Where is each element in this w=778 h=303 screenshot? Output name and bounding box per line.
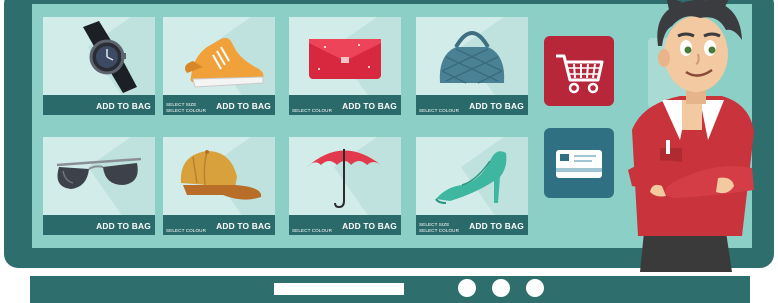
- monitor-base: [30, 276, 750, 303]
- product-bar: ADD TO BAG: [43, 95, 155, 115]
- select-colour-option[interactable]: SELECT COLOUR: [419, 108, 459, 114]
- select-colour-option[interactable]: SELECT COLOUR: [292, 228, 332, 234]
- select-colour-option[interactable]: SELECT COLOUR: [166, 228, 206, 234]
- product-bar: SELECT COLOUR ADD TO BAG: [416, 95, 528, 115]
- product-card-handbag[interactable]: SELECT COLOUR ADD TO BAG: [416, 17, 528, 115]
- product-card-sunglasses[interactable]: ADD TO BAG: [43, 137, 155, 235]
- product-card-cap[interactable]: SELECT COLOUR ADD TO BAG: [163, 137, 275, 235]
- product-bar: ADD TO BAG: [43, 215, 155, 235]
- product-card-high-heel[interactable]: SELECT SIZE SELECT COLOUR ADD TO BAG: [416, 137, 528, 235]
- shopping-cart-button[interactable]: [544, 36, 614, 106]
- credit-card-icon: [556, 150, 602, 178]
- high-heel-icon: [435, 151, 507, 204]
- product-bar: SELECT COLOUR ADD TO BAG: [289, 215, 401, 235]
- base-dot[interactable]: [526, 279, 544, 297]
- add-to-bag-button[interactable]: ADD TO BAG: [469, 221, 524, 231]
- umbrella-icon: [307, 149, 381, 209]
- product-card-watch[interactable]: ADD TO BAG: [43, 17, 155, 115]
- product-bar: SELECT SIZE SELECT COLOUR ADD TO BAG: [163, 95, 275, 115]
- add-to-bag-button[interactable]: ADD TO BAG: [469, 101, 524, 111]
- base-dot[interactable]: [492, 279, 510, 297]
- product-options: SELECT COLOUR: [292, 228, 332, 234]
- product-options: SELECT SIZE SELECT COLOUR: [419, 222, 459, 233]
- handbag-icon: [439, 31, 505, 84]
- payment-card-button[interactable]: [544, 128, 614, 198]
- cap-icon: [180, 150, 262, 200]
- clutch-purse-icon: [309, 39, 381, 79]
- product-card-sneaker[interactable]: SELECT SIZE SELECT COLOUR ADD TO BAG: [163, 17, 275, 115]
- sneaker-icon: [185, 37, 264, 88]
- select-colour-option[interactable]: SELECT COLOUR: [166, 108, 206, 114]
- select-colour-option[interactable]: SELECT COLOUR: [292, 108, 332, 114]
- product-card-clutch[interactable]: SELECT COLOUR ADD TO BAG: [289, 17, 401, 115]
- product-options: SELECT COLOUR: [419, 108, 459, 114]
- add-to-bag-button[interactable]: ADD TO BAG: [216, 101, 271, 111]
- base-dot[interactable]: [458, 279, 476, 297]
- add-to-bag-button[interactable]: ADD TO BAG: [342, 101, 397, 111]
- product-bar: SELECT SIZE SELECT COLOUR ADD TO BAG: [416, 215, 528, 235]
- watch-icon: [83, 21, 137, 93]
- select-colour-option[interactable]: SELECT COLOUR: [419, 228, 459, 234]
- add-to-bag-button[interactable]: ADD TO BAG: [96, 221, 151, 231]
- product-options: SELECT COLOUR: [292, 108, 332, 114]
- shopping-cart-icon: [556, 54, 604, 94]
- product-options: SELECT COLOUR: [166, 228, 206, 234]
- add-to-bag-button[interactable]: ADD TO BAG: [96, 101, 151, 111]
- product-bar: SELECT COLOUR ADD TO BAG: [289, 95, 401, 115]
- add-to-bag-button[interactable]: ADD TO BAG: [216, 221, 271, 231]
- base-slot: [274, 283, 404, 295]
- product-card-umbrella[interactable]: SELECT COLOUR ADD TO BAG: [289, 137, 401, 235]
- add-to-bag-button[interactable]: ADD TO BAG: [342, 221, 397, 231]
- sunglasses-icon: [56, 157, 142, 189]
- product-options: SELECT SIZE SELECT COLOUR: [166, 102, 206, 113]
- shop-assistant-illustration: [628, 0, 754, 272]
- product-bar: SELECT COLOUR ADD TO BAG: [163, 215, 275, 235]
